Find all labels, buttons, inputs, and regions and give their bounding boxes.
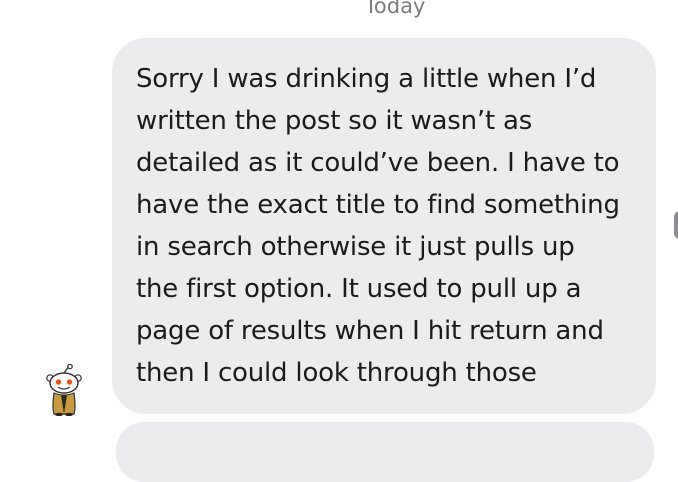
message-bubble[interactable]: Sorry I was drinking a little when I’d w…: [112, 38, 656, 414]
scroll-handle[interactable]: [674, 211, 678, 239]
message-text: Sorry I was drinking a little when I’d w…: [136, 64, 620, 388]
next-message-bubble[interactable]: [116, 422, 654, 482]
snoo-avatar-icon: [46, 363, 82, 417]
date-separator: Today: [364, 0, 426, 18]
sender-avatar[interactable]: [44, 363, 84, 417]
